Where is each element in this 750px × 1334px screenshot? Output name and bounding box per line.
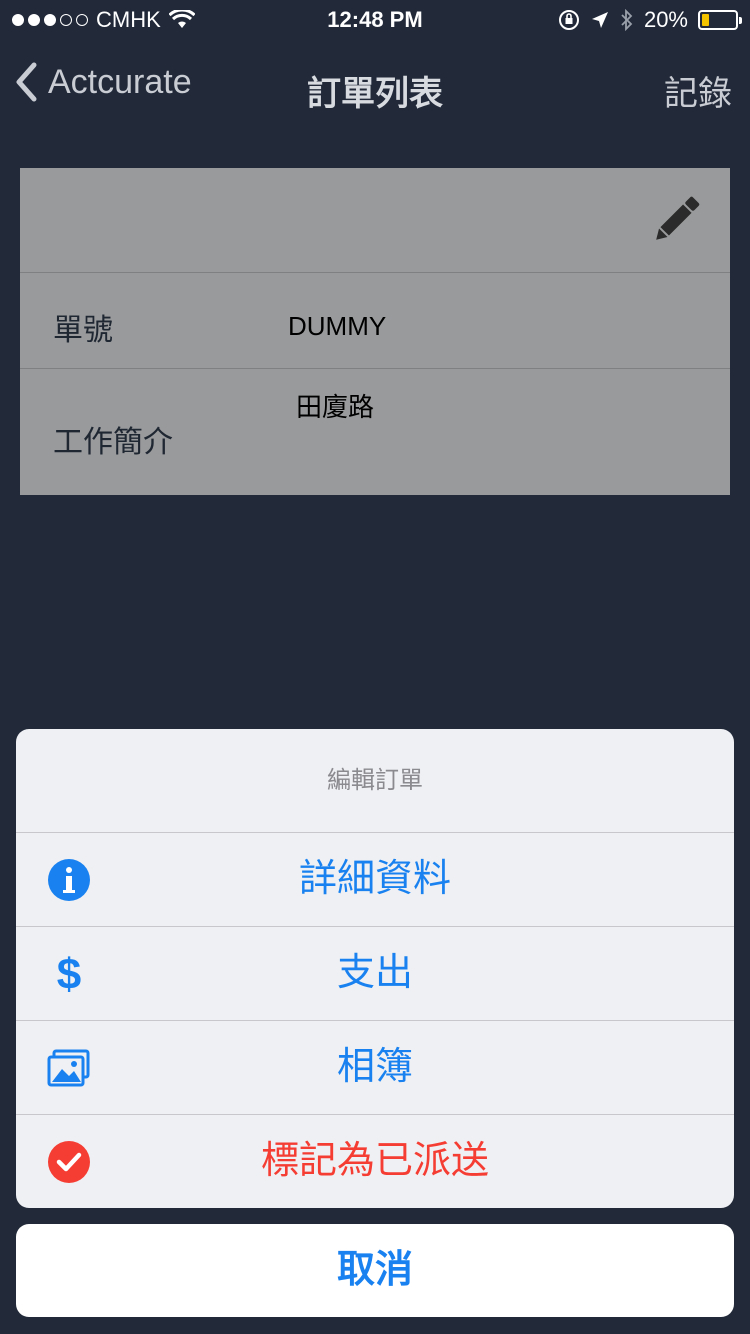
action-expenses-label: 支出: [336, 952, 413, 994]
action-details-label: 詳細資料: [298, 858, 451, 900]
action-sheet: 編輯訂單 詳細資料 $ 支出 相簿 標記為已派送: [16, 729, 734, 1208]
info-icon: [48, 859, 90, 901]
action-expenses[interactable]: $ 支出: [16, 927, 734, 1021]
action-details[interactable]: 詳細資料: [16, 833, 734, 927]
action-mark-delivered[interactable]: 標記為已派送: [16, 1115, 734, 1208]
action-album-label: 相簿: [336, 1046, 413, 1088]
svg-text:$: $: [57, 951, 81, 997]
action-sheet-title: 編輯訂單: [16, 729, 734, 833]
dollar-icon: $: [57, 951, 81, 997]
action-mark-delivered-label: 標記為已派送: [260, 1140, 489, 1182]
cancel-button[interactable]: 取消: [16, 1224, 734, 1317]
checkmark-circle-icon: [48, 1141, 90, 1183]
action-album[interactable]: 相簿: [16, 1021, 734, 1115]
photo-album-icon: [47, 1049, 90, 1087]
